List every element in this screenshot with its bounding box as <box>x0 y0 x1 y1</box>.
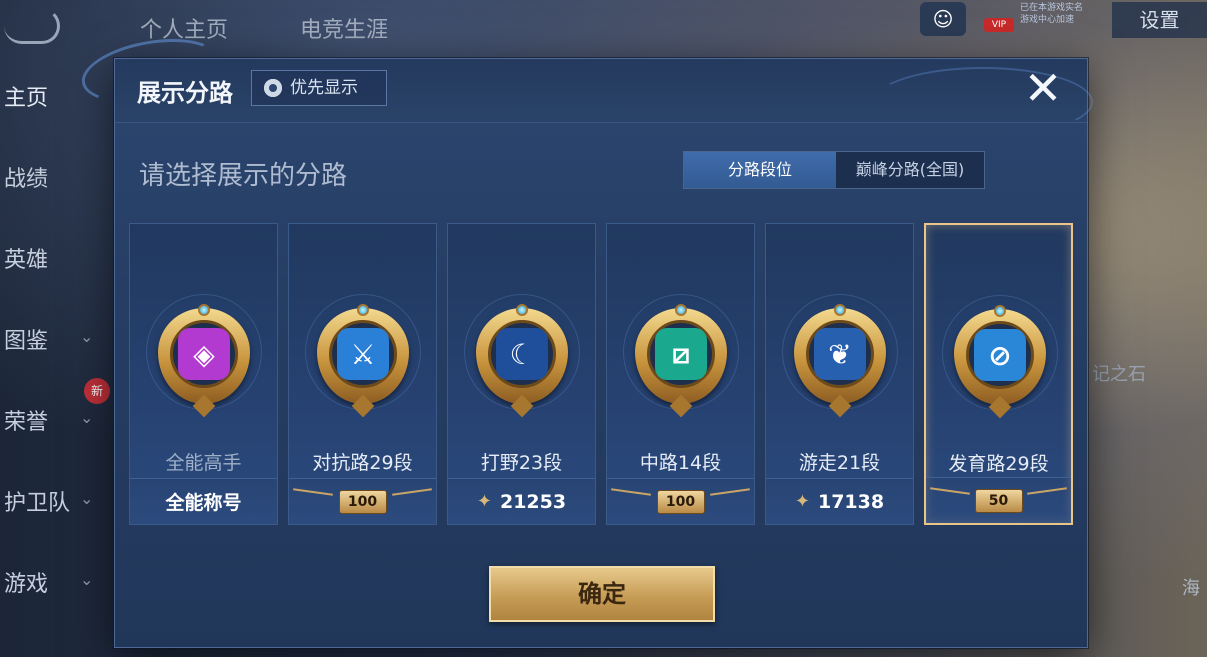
star-level-plaque: 100 <box>338 489 387 514</box>
lane-rank-label: 全能高手 <box>165 452 242 474</box>
lane-card[interactable]: ◈ 全能高手 全能称号 <box>129 223 278 525</box>
lane-card-footer: 100 <box>607 478 754 524</box>
star-level-plaque: 50 <box>974 488 1023 513</box>
close-icon[interactable]: ✕ <box>1021 65 1065 111</box>
sidebar-item-heroes[interactable]: 英雄 <box>0 242 110 323</box>
peak-points-value: 21253 <box>499 490 567 513</box>
sidebar-item-guard-team[interactable]: 护卫队 ⌄ <box>0 485 110 566</box>
background-hai-label: 海 <box>1182 578 1200 599</box>
lane-rank-label: 发育路29段 <box>948 453 1049 475</box>
confirm-button[interactable]: 确定 <box>489 566 715 622</box>
lane-card-footer: 100 <box>289 478 436 524</box>
sidebar-item-games[interactable]: 游戏 ⌄ <box>0 566 110 647</box>
chevron-down-icon: ⌄ <box>80 489 94 508</box>
lane-card[interactable]: ⚔ 对抗路29段 100 <box>288 223 437 525</box>
lane-card-footer: ✦ 21253 <box>448 478 595 524</box>
priority-display-button[interactable]: 优先显示 <box>251 70 387 106</box>
chevron-down-icon: ⌄ <box>80 327 94 346</box>
vip-badge: VIP <box>984 18 1014 32</box>
select-lane-prompt: 请选择展示的分路 <box>139 161 348 191</box>
peak-points-icon: ✦ <box>794 491 810 512</box>
lane-card-list: ◈ 全能高手 全能称号 ⚔ 对抗路29段 100 ☾ 打野23段 ✦ 21253 ⧄ 中路14段 100… <box>129 223 1075 525</box>
vip-area[interactable]: ☺ VIP 已在本游戏实名 游戏中心加速 <box>920 0 1110 40</box>
sidebar-item-honors[interactable]: 新荣誉 ⌄ <box>0 378 110 485</box>
tab-peak-lane-national[interactable]: 巅峰分路(全国) <box>836 152 984 188</box>
lane-card-footer: ✦ 17138 <box>766 478 913 524</box>
lane-rank-label: 对抗路29段 <box>312 452 413 474</box>
qq-icon[interactable]: ☺ <box>920 2 966 36</box>
lane-card[interactable]: ☾ 打野23段 ✦ 21253 <box>447 223 596 525</box>
lane-card[interactable]: ❦ 游走21段 ✦ 17138 <box>765 223 914 525</box>
tab-lane-rank[interactable]: 分路段位 <box>684 152 836 188</box>
sidebar-item-records[interactable]: 战绩 <box>0 161 110 242</box>
lane-card[interactable]: ⊘ 发育路29段 50 <box>924 223 1073 525</box>
star-level-plaque: 100 <box>656 489 705 514</box>
gear-icon <box>264 79 282 97</box>
lane-display-dialog: 展示分路 优先显示 ✕ 请选择展示的分路 分路段位 巅峰分路(全国) ◈ 全能高手… <box>76 29 1093 648</box>
back-button[interactable] <box>4 8 60 44</box>
tab-esports-career[interactable]: 电竞生涯 <box>300 12 388 44</box>
dialog-title: 展示分路 <box>137 79 233 107</box>
new-badge: 新 <box>84 378 110 404</box>
vip-status-text: 已在本游戏实名 游戏中心加速 <box>1020 3 1084 25</box>
lane-mode-switch: 分路段位 巅峰分路(全国) <box>683 151 985 189</box>
lane-rank-label: 打野23段 <box>480 452 563 474</box>
peak-points-value: 17138 <box>817 490 885 513</box>
lane-card-footer: 全能称号 <box>130 478 277 524</box>
title-text: 全能称号 <box>165 492 242 514</box>
lane-rank-label: 游走21段 <box>798 452 881 474</box>
sidebar: 主页 战绩 英雄 图鉴 ⌄ 新荣誉 ⌄ 护卫队 ⌄ 游戏 ⌄ <box>0 80 110 647</box>
chevron-down-icon: ⌄ <box>80 570 94 589</box>
lane-card-footer: 50 <box>926 477 1071 523</box>
settings-button[interactable]: 设置 <box>1112 2 1207 38</box>
background-stone-label: 记之石 <box>1092 364 1146 385</box>
lane-card[interactable]: ⧄ 中路14段 100 <box>606 223 755 525</box>
chevron-down-icon: ⌄ <box>80 408 94 427</box>
lane-rank-label: 中路14段 <box>639 452 722 474</box>
dialog-header: 展示分路 优先显示 ✕ <box>76 29 1093 137</box>
peak-points-icon: ✦ <box>476 491 492 512</box>
